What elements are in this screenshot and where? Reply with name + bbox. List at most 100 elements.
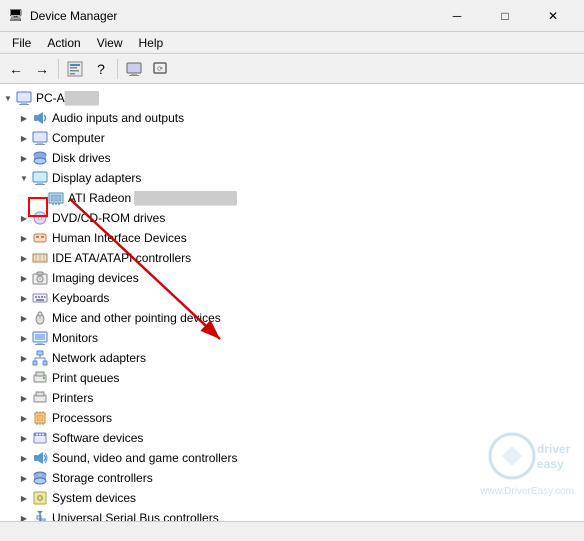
tree-item-printers[interactable]: Printers — [0, 388, 584, 408]
printers-expander[interactable] — [16, 390, 32, 406]
display-icon — [126, 61, 142, 77]
system-expander[interactable] — [16, 490, 32, 506]
hid-expander[interactable] — [16, 230, 32, 246]
storage-expander[interactable] — [16, 470, 32, 486]
dvd-expander[interactable] — [16, 210, 32, 226]
printq-expander[interactable] — [16, 370, 32, 386]
root-label: PC-A████ — [36, 91, 99, 105]
minimize-button[interactable]: ─ — [434, 0, 480, 32]
gpu-icon — [48, 190, 64, 206]
tree-item-mice[interactable]: Mice and other pointing devices — [0, 308, 584, 328]
tree-item-software[interactable]: Software devices — [0, 428, 584, 448]
window-title: Device Manager — [30, 9, 434, 23]
mice-expander[interactable] — [16, 310, 32, 326]
network-expander[interactable] — [16, 350, 32, 366]
toolbar-properties-button[interactable] — [63, 57, 87, 81]
monitor-icon — [32, 330, 48, 346]
audio-icon — [32, 110, 48, 126]
menu-help[interactable]: Help — [131, 34, 172, 52]
audio-label: Audio inputs and outputs — [52, 111, 184, 125]
device-tree[interactable]: PC-A████ Audio inputs and outputs — [0, 84, 584, 521]
processors-label: Processors — [52, 411, 112, 425]
tree-item-disk[interactable]: Disk drives — [0, 148, 584, 168]
tree-item-ati[interactable]: ATI Radeon ████████████ — [0, 188, 584, 208]
tree-item-computer[interactable]: Computer — [0, 128, 584, 148]
monitors-expander[interactable] — [16, 330, 32, 346]
tree-item-monitors[interactable]: Monitors — [0, 328, 584, 348]
computer-label: Computer — [52, 131, 105, 145]
system-icon — [32, 490, 48, 506]
maximize-button[interactable]: □ — [482, 0, 528, 32]
toolbar: ← → ? ⟳ — [0, 54, 584, 84]
status-bar — [0, 521, 584, 541]
software-expander[interactable] — [16, 430, 32, 446]
printq-label: Print queues — [52, 371, 119, 385]
menu-view[interactable]: View — [89, 34, 131, 52]
usb-icon — [32, 510, 48, 521]
menu-file[interactable]: File — [4, 34, 39, 52]
tree-item-hid[interactable]: Human Interface Devices — [0, 228, 584, 248]
processors-expander[interactable] — [16, 410, 32, 426]
network-icon — [32, 350, 48, 366]
toolbar-back-button[interactable]: ← — [4, 57, 28, 81]
toolbar-forward-button[interactable]: → — [30, 57, 54, 81]
computer-node-icon — [32, 130, 48, 146]
hid-label: Human Interface Devices — [52, 231, 187, 245]
toolbar-display-button[interactable] — [122, 57, 146, 81]
toolbar-help-button[interactable]: ? — [89, 57, 113, 81]
scan-icon: ⟳ — [152, 61, 168, 77]
display-expander[interactable] — [16, 170, 32, 186]
ide-expander[interactable] — [16, 250, 32, 266]
tree-item-display[interactable]: Display adapters — [0, 168, 584, 188]
computer-icon — [16, 90, 32, 106]
window-controls: ─ □ ✕ — [434, 0, 576, 32]
svg-text:⟳: ⟳ — [157, 66, 163, 73]
toolbar-scan-button[interactable]: ⟳ — [148, 57, 172, 81]
monitors-label: Monitors — [52, 331, 98, 345]
printers-label: Printers — [52, 391, 93, 405]
tree-item-keyboards[interactable]: Keyboards — [0, 288, 584, 308]
disk-expander[interactable] — [16, 150, 32, 166]
imaging-label: Imaging devices — [52, 271, 139, 285]
usb-label: Universal Serial Bus controllers — [52, 511, 219, 521]
close-button[interactable]: ✕ — [530, 0, 576, 32]
audio-expander[interactable] — [16, 110, 32, 126]
imaging-icon — [32, 270, 48, 286]
dvd-label: DVD/CD-ROM drives — [52, 211, 165, 225]
tree-item-usb[interactable]: Universal Serial Bus controllers — [0, 508, 584, 521]
sound-label: Sound, video and game controllers — [52, 451, 237, 465]
dvd-icon — [32, 210, 48, 226]
system-label: System devices — [52, 491, 136, 505]
menu-bar: File Action View Help — [0, 32, 584, 54]
sound-expander[interactable] — [16, 450, 32, 466]
imaging-expander[interactable] — [16, 270, 32, 286]
computer-expander[interactable] — [16, 130, 32, 146]
hid-icon — [32, 230, 48, 246]
ide-icon — [32, 250, 48, 266]
usb-expander[interactable] — [16, 510, 32, 521]
display-node-icon — [32, 170, 48, 186]
title-bar: 🖥 Device Manager ─ □ ✕ — [0, 0, 584, 32]
app-icon: 🖥 — [8, 8, 24, 24]
menu-action[interactable]: Action — [39, 34, 88, 52]
tree-item-storage[interactable]: Storage controllers — [0, 468, 584, 488]
mouse-icon — [32, 310, 48, 326]
tree-item-printq[interactable]: Print queues — [0, 368, 584, 388]
tree-item-ide[interactable]: IDE ATA/ATAPI controllers — [0, 248, 584, 268]
keyboard-icon — [32, 290, 48, 306]
software-icon — [32, 430, 48, 446]
printers-icon — [32, 390, 48, 406]
tree-item-audio[interactable]: Audio inputs and outputs — [0, 108, 584, 128]
tree-item-imaging[interactable]: Imaging devices — [0, 268, 584, 288]
tree-item-sound[interactable]: Sound, video and game controllers — [0, 448, 584, 468]
tree-root[interactable]: PC-A████ — [0, 88, 584, 108]
mice-label: Mice and other pointing devices — [52, 311, 221, 325]
tree-item-system[interactable]: System devices — [0, 488, 584, 508]
keyboards-expander[interactable] — [16, 290, 32, 306]
tree-item-processors[interactable]: Processors — [0, 408, 584, 428]
tree-item-dvd[interactable]: DVD/CD-ROM drives — [0, 208, 584, 228]
tree-item-network[interactable]: Network adapters — [0, 348, 584, 368]
disk-label: Disk drives — [52, 151, 111, 165]
properties-icon — [67, 61, 83, 77]
root-expander[interactable] — [0, 90, 16, 106]
